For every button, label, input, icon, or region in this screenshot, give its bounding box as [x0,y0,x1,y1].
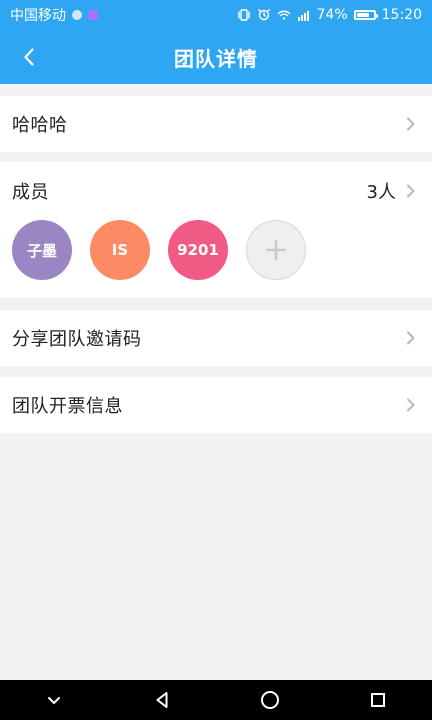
team-name-card: 哈哈哈 [0,96,432,152]
member-avatar[interactable]: 子墨 [12,220,72,280]
battery-fill [356,13,369,17]
system-navigation-bar [0,680,432,720]
share-invite-row[interactable]: 分享团队邀请码 [0,310,432,366]
home-circle-icon [261,691,279,709]
status-bar: 中国移动 74% 15:20 [0,0,432,30]
members-count-wrap: 3人 [367,178,420,204]
page-title: 团队详情 [174,46,258,71]
notification-shield-icon [88,10,98,20]
team-name: 哈哈哈 [12,115,68,136]
members-count: 3人 [366,182,396,203]
share-invite-label: 分享团队邀请码 [12,329,142,350]
back-button[interactable] [8,36,50,78]
share-invite-card: 分享团队邀请码 [0,310,432,366]
members-card: 成员 3人 子墨 IS 9201 [0,162,432,298]
battery-percent: 74% [316,7,348,23]
vibrate-icon [237,9,250,21]
member-avatar-label: IS [111,241,129,259]
members-avatars: 子墨 IS 9201 [0,220,432,298]
status-right: 74% 15:20 [237,7,422,23]
member-avatar-label: 9201 [177,241,219,259]
nav-back-button[interactable] [142,680,182,720]
chevron-right-icon [402,396,420,414]
member-avatar-label: 子墨 [26,241,57,260]
member-avatar[interactable]: 9201 [168,220,228,280]
battery-icon [353,10,378,20]
members-row[interactable]: 成员 3人 [0,162,432,220]
wifi-icon [277,10,290,20]
chevron-right-icon [402,329,420,347]
top-app-bar: 团队详情 [0,30,432,84]
nav-home-button[interactable] [250,680,290,720]
clock-time: 15:20 [381,7,422,23]
back-icon [24,48,34,66]
add-member-button[interactable] [246,220,306,280]
member-avatar[interactable]: IS [90,220,150,280]
alarm-icon [257,9,270,21]
chevron-right-icon [402,115,420,133]
recents-square-icon [371,693,385,707]
invoice-info-card: 团队开票信息 [0,377,432,433]
invoice-info-label: 团队开票信息 [12,396,123,417]
signal-icon [297,11,309,21]
team-name-row[interactable]: 哈哈哈 [0,96,432,152]
back-triangle-icon [156,692,168,708]
add-icon [265,239,287,261]
carrier-name: 中国移动 [10,8,66,24]
nav-recents-button[interactable] [358,680,398,720]
chevron-down-icon [48,697,60,704]
nav-chevron-button[interactable] [34,680,74,720]
status-left: 中国移动 [10,5,98,25]
notification-app-icon [72,10,82,20]
chevron-right-icon [402,182,420,200]
members-label: 成员 [12,182,49,203]
invoice-info-row[interactable]: 团队开票信息 [0,377,432,433]
